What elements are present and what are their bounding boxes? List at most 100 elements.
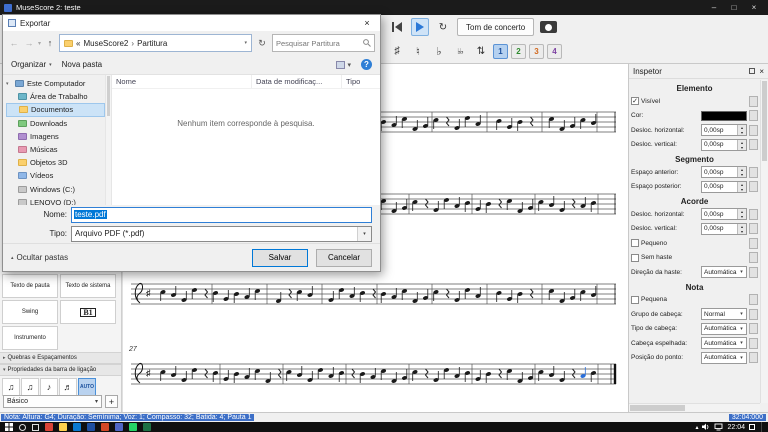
excel-icon[interactable] xyxy=(143,423,151,431)
show-desktop-button[interactable] xyxy=(761,422,763,432)
undock-icon[interactable] xyxy=(749,68,755,74)
breadcrumb-partitura[interactable]: Partitura xyxy=(137,39,167,48)
recent-locations-icon[interactable]: ▾ xyxy=(38,40,41,47)
reset-button[interactable] xyxy=(749,167,758,178)
sidebar-3d-objects[interactable]: Objetos 3D xyxy=(6,156,105,169)
spinbox[interactable]: 0,00sp▴▾ xyxy=(701,181,747,193)
chrome-icon[interactable] xyxy=(45,423,53,431)
spin-down-icon[interactable]: ▾ xyxy=(741,229,743,234)
breadcrumb[interactable]: « MuseScore2 › Partitura ▾ xyxy=(59,34,252,52)
reset-button[interactable] xyxy=(749,96,758,107)
reset-button[interactable] xyxy=(749,181,758,192)
sharp-button[interactable]: ♯ xyxy=(388,42,406,61)
flip-direction-button[interactable]: ⇅ xyxy=(472,42,490,60)
spin-down-icon[interactable]: ▾ xyxy=(741,187,743,192)
image-capture-button[interactable] xyxy=(539,18,558,36)
palette-item-staff-text[interactable]: Texto de pauta xyxy=(2,274,58,298)
file-list[interactable]: Nome Data de modificaç... Tipo Nenhum it… xyxy=(111,75,380,205)
reset-button[interactable] xyxy=(749,125,758,136)
action-center-icon[interactable] xyxy=(749,424,755,430)
breadcrumb-dropdown-icon[interactable]: ▾ xyxy=(244,40,247,46)
dropdown[interactable]: Normal▾ xyxy=(701,308,747,320)
rewind-button[interactable] xyxy=(388,18,406,36)
tray-expand-icon[interactable]: ▴ xyxy=(695,424,698,431)
filename-input[interactable]: teste.pdf xyxy=(71,207,372,223)
natural-button[interactable]: ♮ xyxy=(409,42,427,61)
beam-32nd-icon[interactable]: ♬ xyxy=(59,378,77,396)
spinbox-arrows[interactable]: ▴▾ xyxy=(737,182,746,192)
close-panel-icon[interactable]: × xyxy=(759,67,764,76)
sidebar-this-pc[interactable]: ▾Este Computador xyxy=(6,77,105,90)
spinbox[interactable]: 0,00sp▴▾ xyxy=(701,208,747,220)
maximize-button[interactable]: □ xyxy=(724,3,744,12)
spin-down-icon[interactable]: ▾ xyxy=(741,172,743,177)
reset-button[interactable] xyxy=(749,209,758,220)
reset-button[interactable] xyxy=(749,238,758,249)
reset-button[interactable] xyxy=(749,323,758,334)
palette-section-breaks[interactable]: ▸ Quebras e Espaçamentos xyxy=(0,352,121,364)
spinbox[interactable]: 0,00sp▴▾ xyxy=(701,166,747,178)
save-button[interactable]: Salvar xyxy=(252,249,308,267)
staff-system-4[interactable]: ♯ xyxy=(131,356,618,390)
view-options-button[interactable]: ▾ xyxy=(336,61,351,69)
voice-4-button[interactable]: 4 xyxy=(547,44,562,59)
dropdown[interactable]: Automática▾ xyxy=(701,266,747,278)
sidebar-documents[interactable]: Documentos xyxy=(6,103,105,116)
column-name[interactable]: Nome xyxy=(112,75,252,88)
spin-down-icon[interactable]: ▾ xyxy=(741,214,743,219)
checkbox[interactable] xyxy=(631,254,639,262)
spinbox-arrows[interactable]: ▴▾ xyxy=(737,140,746,150)
spinbox[interactable]: 0,00sp▴▾ xyxy=(701,139,747,151)
cancel-button[interactable]: Cancelar xyxy=(316,249,372,267)
checkbox[interactable]: ✓ xyxy=(631,97,639,105)
forward-button[interactable]: → xyxy=(23,38,35,48)
double-flat-button[interactable]: ♭♭ xyxy=(451,42,469,61)
checkbox[interactable] xyxy=(631,239,639,247)
concert-pitch-button[interactable]: Tom de concerto xyxy=(457,18,534,36)
beam-middle-icon[interactable]: ♫ xyxy=(21,378,39,396)
help-button[interactable]: ? xyxy=(361,59,372,70)
reset-button[interactable] xyxy=(749,338,758,349)
loop-button[interactable]: ↻ xyxy=(434,18,452,36)
reset-button[interactable] xyxy=(749,223,758,234)
search-icon[interactable] xyxy=(19,424,26,431)
reset-button[interactable] xyxy=(749,294,758,305)
workspace-dropdown[interactable]: Básico ▾ xyxy=(3,395,102,408)
search-box[interactable]: Pesquisar Partitura xyxy=(272,34,375,52)
file-explorer-icon[interactable] xyxy=(59,423,67,431)
spinbox[interactable]: 0,00sp▴▾ xyxy=(701,124,747,136)
sidebar-lenovo-d[interactable]: LENOVO (D:) xyxy=(6,196,105,205)
edge-icon[interactable] xyxy=(73,423,81,431)
voice-3-button[interactable]: 3 xyxy=(529,44,544,59)
powerpoint-icon[interactable] xyxy=(101,423,109,431)
dialog-close-button[interactable]: × xyxy=(354,15,380,31)
spinbox-arrows[interactable]: ▴▾ xyxy=(737,209,746,219)
voice-1-button[interactable]: 1 xyxy=(493,44,508,59)
whatsapp-icon[interactable] xyxy=(129,423,137,431)
back-button[interactable]: ← xyxy=(8,38,20,48)
musescore-taskbar-icon[interactable] xyxy=(115,423,123,431)
breadcrumb-overflow[interactable]: « xyxy=(76,39,80,48)
reset-button[interactable] xyxy=(749,267,758,278)
reset-button[interactable] xyxy=(749,252,758,263)
breadcrumb-musescore2[interactable]: MuseScore2 xyxy=(83,39,128,48)
sidebar-downloads[interactable]: Downloads xyxy=(6,117,105,130)
refresh-button[interactable]: ↻ xyxy=(255,38,269,49)
palette-section-beam-properties[interactable]: ▾ Propriedades da barra de ligação xyxy=(0,364,121,376)
beam-auto-button[interactable]: AUTO xyxy=(78,378,96,396)
filetype-dropdown[interactable]: Arquivo PDF (*.pdf) ▾ xyxy=(71,226,372,242)
task-view-icon[interactable] xyxy=(32,424,39,431)
network-icon[interactable] xyxy=(714,423,723,431)
reset-button[interactable] xyxy=(749,110,758,121)
palette-item-swing[interactable]: Swing xyxy=(2,300,58,324)
minimize-button[interactable]: – xyxy=(704,3,724,12)
reset-button[interactable] xyxy=(749,309,758,320)
sidebar-music[interactable]: Músicas xyxy=(6,143,105,156)
spinbox[interactable]: 0,00sp▴▾ xyxy=(701,223,747,235)
close-button[interactable]: × xyxy=(744,3,764,12)
staff-system-3[interactable]: ♯ xyxy=(131,276,618,310)
organize-button[interactable]: Organizar ▾ xyxy=(11,60,52,69)
sidebar-pictures[interactable]: Imagens xyxy=(6,130,105,143)
spinbox-arrows[interactable]: ▴▾ xyxy=(737,167,746,177)
spinbox-arrows[interactable]: ▴▾ xyxy=(737,224,746,234)
